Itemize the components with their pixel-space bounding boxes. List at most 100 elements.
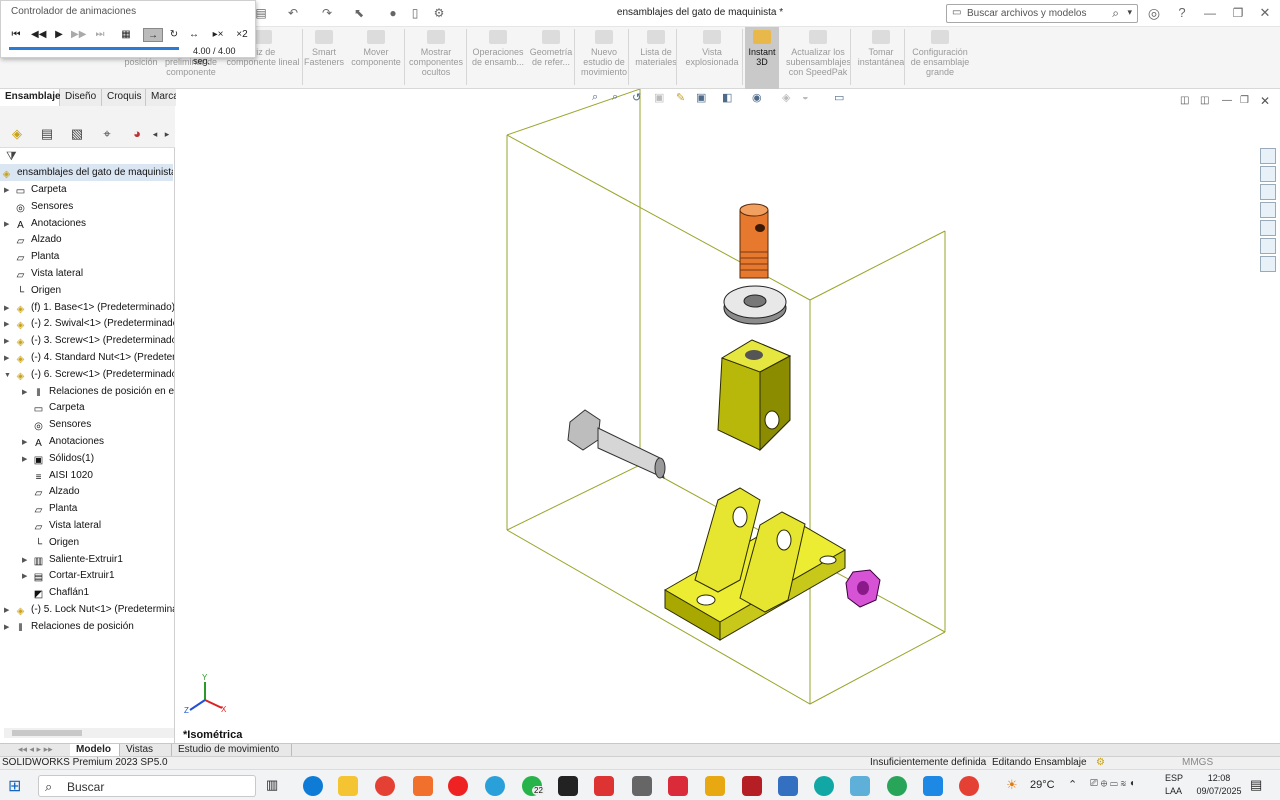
design-library-icon[interactable] <box>1260 184 1276 200</box>
tree-item[interactable]: ▱ Alzado <box>4 231 174 248</box>
display-manager-tab-icon[interactable]: ◕ <box>126 124 148 144</box>
expand-arrow-icon[interactable]: ▶ <box>4 182 14 198</box>
tree-item[interactable]: ▶ ▭ Carpeta <box>4 181 174 198</box>
ribbon-button-16[interactable]: Configuración de ensamblaje grande <box>908 27 972 89</box>
tree-item[interactable]: ▶ ⫴ Relaciones de posición en en <box>22 383 174 400</box>
view-palette-icon[interactable] <box>1260 220 1276 236</box>
telegram-icon[interactable] <box>485 776 505 796</box>
bolt-gray-part[interactable] <box>567 409 666 479</box>
ribbon-button-13[interactable]: Instant 3D <box>745 27 779 89</box>
close-button[interactable]: ✕ <box>1258 6 1272 20</box>
filter-icon[interactable]: ⧩ <box>6 149 17 164</box>
home-icon[interactable] <box>1260 166 1276 182</box>
select-icon[interactable]: ⬉ <box>352 6 366 20</box>
viewport-collapse-icon[interactable]: ◫ <box>1200 95 1209 106</box>
tree-item[interactable]: ▱ Alzado <box>22 483 174 500</box>
tab-1[interactable]: Diseño <box>60 89 102 106</box>
app-icon[interactable] <box>558 776 578 796</box>
tree-item[interactable]: ▶ A Anotaciones <box>4 215 174 232</box>
taskbar-search[interactable]: ⌕ Buscar <box>38 775 256 797</box>
tree-item[interactable]: ▼ ◈ (-) 6. Screw<1> (Predeterminado) <box>4 366 174 383</box>
expand-arrow-icon[interactable]: ▶ <box>22 384 32 400</box>
arduino-icon[interactable] <box>814 776 834 796</box>
ribbon-button-12[interactable]: Vista explosionada <box>682 27 742 89</box>
step-forward-icon[interactable]: ▶▶ <box>71 28 86 42</box>
tree-item[interactable]: ▱ Planta <box>22 500 174 517</box>
normal-playback-icon[interactable]: → <box>143 28 163 42</box>
zoom-to-fit-icon[interactable]: ⌕ <box>592 91 606 105</box>
viewport-close-icon[interactable]: ✕ <box>1260 94 1270 108</box>
previous-view-icon[interactable]: ↺ <box>632 91 646 105</box>
ribbon-button-7[interactable]: Mostrar componentes ocultos <box>408 27 464 89</box>
washer-part[interactable] <box>723 285 787 325</box>
tree-item[interactable]: ▶ ◈ (-) 5. Lock Nut<1> (Predetermina <box>4 601 174 618</box>
animation-progress-track[interactable] <box>9 47 179 50</box>
configuration-manager-tab-icon[interactable]: ▧ <box>66 124 88 144</box>
chrome-icon[interactable] <box>375 776 395 796</box>
tray-icons[interactable]: ⎚ ⊕ ▭ ≋ ◖ <box>1090 778 1135 789</box>
app-icon[interactable] <box>923 776 943 796</box>
tab-0[interactable]: Ensamblaje <box>0 89 61 106</box>
tree-root[interactable]: ◈ ensamblajes del gato de maquinista (P <box>0 164 173 181</box>
tree-item[interactable]: ◩ Chaflán1 <box>22 584 174 601</box>
app-icon[interactable] <box>594 776 614 796</box>
tree-item[interactable]: ▶ ◈ (f) 1. Base<1> (Predeterminado) < <box>4 299 174 316</box>
ribbon-button-8[interactable]: Operaciones de ensamb... <box>470 27 526 89</box>
tree-item[interactable]: ▶ ▤ Cortar-Extruir1 <box>22 567 174 584</box>
viewport-expand-icon[interactable]: ◫ <box>1180 95 1189 106</box>
tree-item[interactable]: ▱ Vista lateral <box>22 517 174 534</box>
expand-arrow-icon[interactable]: ▶ <box>4 316 14 332</box>
ribbon-button-5[interactable]: Smart Fasteners <box>304 27 344 89</box>
view-orientation-icon[interactable]: ▣ <box>696 91 710 105</box>
print-icon[interactable]: ▤ <box>254 6 268 20</box>
minimize-button[interactable]: — <box>1203 6 1217 20</box>
file-explorer-icon[interactable] <box>338 776 358 796</box>
edge-icon[interactable] <box>303 776 323 796</box>
solidworks-resources-icon[interactable] <box>1260 148 1276 164</box>
expand-arrow-icon[interactable]: ▶ <box>4 602 14 618</box>
user-account-icon[interactable]: ◎ <box>1147 6 1161 20</box>
undo-icon[interactable]: ↶ <box>286 6 300 20</box>
tab-2[interactable]: Croquis <box>102 89 146 106</box>
section-view-icon[interactable]: ▣ <box>654 91 668 105</box>
tree-item[interactable]: ▱ Planta <box>4 248 174 265</box>
app-icon[interactable] <box>705 776 725 796</box>
solidworks-icon[interactable] <box>742 776 762 796</box>
scrollbar-thumb[interactable] <box>12 730 82 736</box>
base-part[interactable] <box>664 487 846 641</box>
zoom-area-icon[interactable]: ⌕ <box>612 91 626 105</box>
view-settings-icon[interactable]: ▭ <box>834 91 848 105</box>
tree-item[interactable]: ▶ A Anotaciones <box>22 433 174 450</box>
ribbon-button-6[interactable]: Mover componente <box>348 27 404 89</box>
search-input[interactable]: ▭ Buscar archivos y modelos ⌕ ▾ <box>946 4 1138 23</box>
clock-time[interactable]: 12:08 <box>1200 773 1238 783</box>
help-icon[interactable]: ? <box>1175 6 1189 20</box>
redo-icon[interactable]: ↷ <box>320 6 334 20</box>
app-icon[interactable] <box>778 776 798 796</box>
hide-show-items-icon[interactable]: ◉ <box>752 91 766 105</box>
apply-scene-icon[interactable]: ◒ <box>802 91 816 105</box>
custom-properties-icon[interactable] <box>1260 256 1276 272</box>
tree-item[interactable]: └ Origen <box>4 282 174 299</box>
expand-arrow-icon[interactable]: ▶ <box>22 568 32 584</box>
dimxpert-tab-icon[interactable]: ⌖ <box>96 124 118 144</box>
expand-arrow-icon[interactable]: ▶ <box>4 216 14 232</box>
dynamic-annotation-icon[interactable]: ✎ <box>676 91 690 105</box>
expand-arrow-icon[interactable]: ▶ <box>4 350 14 366</box>
tree-item[interactable]: ◎ Sensores <box>4 198 174 215</box>
expand-arrow-icon[interactable]: ▶ <box>4 333 14 349</box>
task-view-icon[interactable]: ▥ <box>266 777 278 793</box>
feature-manager-tab-icon[interactable]: ◈ <box>6 124 28 144</box>
ribbon-button-10[interactable]: Nuevo estudio de movimiento <box>578 27 630 89</box>
keyboard-layout[interactable]: LAA <box>1165 786 1182 796</box>
panel-scroll-left-icon[interactable]: ◂ <box>150 124 160 144</box>
speed-x2-button[interactable]: ×2 <box>233 28 251 42</box>
slow-motion-icon[interactable]: ▸× <box>211 28 225 42</box>
chevron-down-icon[interactable]: ▾ <box>1127 7 1132 18</box>
rebuild-icon[interactable]: ● <box>386 6 400 20</box>
notifications-icon[interactable]: ▤ <box>1250 777 1262 793</box>
rebuild-status-icon[interactable]: ⚙ <box>1096 757 1105 769</box>
tree-item[interactable]: └ Origen <box>22 534 174 551</box>
panel-scroll-right-icon[interactable]: ▸ <box>162 124 172 144</box>
tree-item[interactable]: ≡ AISI 1020 <box>22 467 174 484</box>
